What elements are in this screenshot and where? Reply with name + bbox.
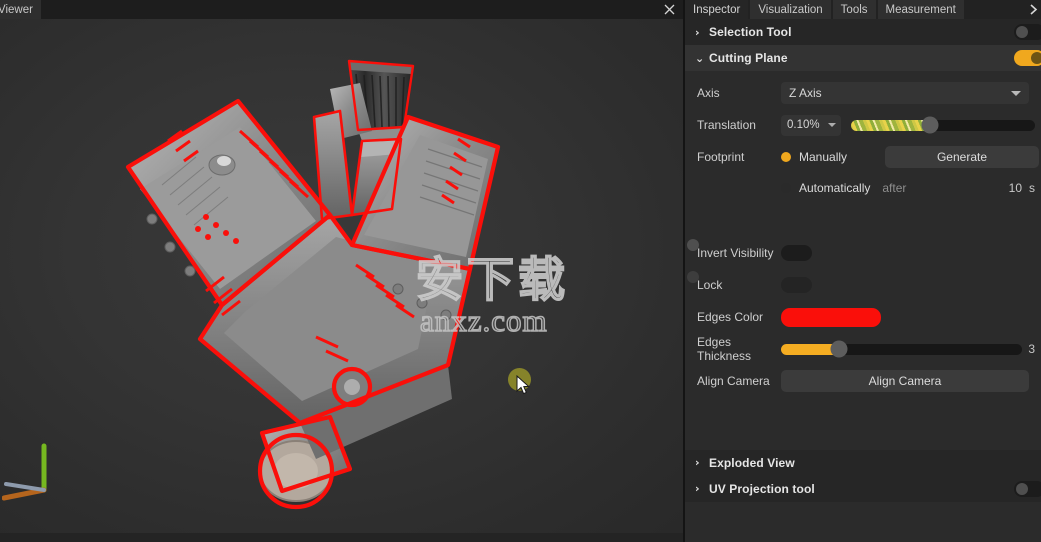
chevron-right-icon: ›	[695, 25, 700, 39]
tab-visualization-label: Visualization	[758, 3, 823, 16]
align-camera-label: Align Camera	[697, 374, 770, 388]
edges-color-label: Edges Color	[697, 310, 764, 324]
row-footprint: Footprint Manually Generate	[685, 141, 1041, 173]
generate-button-label: Generate	[936, 150, 988, 164]
translation-label: Translation	[697, 118, 756, 132]
chevron-down-icon: ⌄	[695, 51, 705, 65]
translation-value: 0.10%	[787, 119, 820, 131]
section-uv-projection-tool[interactable]: › UV Projection tool	[685, 475, 1041, 502]
selection-tool-toggle[interactable]	[1014, 24, 1041, 40]
axis-dropdown[interactable]: Z Axis	[781, 82, 1029, 104]
section-selection-tool[interactable]: › Selection Tool	[685, 19, 1041, 45]
viewport-bottom-strip	[0, 533, 683, 542]
uv-projection-toggle[interactable]	[1014, 480, 1041, 497]
after-label: after	[882, 181, 907, 195]
tab-viewer[interactable]: Viewer	[0, 0, 41, 19]
translation-slider-knob[interactable]	[921, 116, 939, 134]
row-translation: Translation 0.10%	[685, 109, 1041, 141]
close-icon[interactable]	[664, 0, 675, 19]
chevron-right-icon: ›	[695, 482, 700, 495]
section-exploded-view[interactable]: › Exploded View	[685, 449, 1041, 476]
chevron-down-icon	[1011, 91, 1021, 96]
cutting-plane-body: Axis Z Axis Translation 0.10% Footprint …	[685, 71, 1041, 450]
radio-on-icon	[781, 152, 791, 162]
edges-color-swatch[interactable]	[781, 307, 881, 327]
tab-inspector-label: Inspector	[693, 3, 741, 16]
chevron-right-icon: ›	[695, 456, 700, 469]
invert-visibility-toggle[interactable]	[687, 239, 812, 261]
inspector-panel: Inspector Visualization Tools Measuremen…	[683, 0, 1041, 542]
panel-filler	[685, 501, 1041, 542]
tab-viewer-label: Viewer	[0, 3, 33, 16]
axis-dropdown-value: Z Axis	[789, 86, 822, 100]
3d-viewport[interactable]: 安下载 anxz.com	[0, 19, 683, 542]
section-cutting-plane[interactable]: ⌄ Cutting Plane	[685, 45, 1041, 71]
edges-thickness-slider-knob[interactable]	[830, 340, 848, 358]
lock-label: Lock	[697, 278, 723, 292]
translation-value-dropdown[interactable]: 0.10%	[781, 114, 841, 136]
footprint-automatically-radio[interactable]: Automatically	[781, 181, 870, 195]
row-axis: Axis Z Axis	[685, 77, 1041, 109]
row-align-camera: Align Camera Align Camera	[685, 365, 1041, 397]
generate-button[interactable]: Generate	[885, 146, 1039, 168]
viewer-pane: Viewer 安下载 anxz.com	[0, 0, 683, 542]
tab-visualization[interactable]: Visualization	[750, 0, 831, 19]
edges-thickness-label: Edges Thickness	[697, 335, 752, 363]
cutting-plane-toggle[interactable]	[1014, 50, 1041, 66]
axis-gizmo[interactable]	[2, 432, 72, 502]
align-camera-button[interactable]: Align Camera	[781, 370, 1029, 392]
after-value[interactable]: 10	[1009, 181, 1022, 195]
row-footprint-automatic: Automatically after 10 s	[685, 173, 1041, 203]
footprint-automatically-label: Automatically	[799, 181, 871, 195]
edges-thickness-slider[interactable]	[781, 340, 1023, 358]
chevron-right-icon[interactable]	[1029, 0, 1038, 19]
tab-tools-label: Tools	[840, 3, 868, 16]
application-window: Viewer 安下载 anxz.com Inspector Visualizat…	[0, 0, 1041, 542]
edges-thickness-value: 3	[1028, 342, 1035, 356]
section-cutting-plane-label: Cutting Plane	[709, 51, 788, 65]
footprint-label: Footprint	[697, 150, 745, 164]
row-invert-visibility: Invert Visibility	[685, 237, 1041, 269]
footprint-manually-label: Manually	[799, 150, 848, 164]
tab-measurement[interactable]: Measurement	[877, 0, 964, 19]
section-exploded-view-label: Exploded View	[709, 455, 795, 470]
inspector-tab-bar: Inspector Visualization Tools Measuremen…	[685, 0, 1041, 19]
viewer-tab-bar: Viewer	[0, 0, 683, 19]
tab-inspector[interactable]: Inspector	[685, 0, 749, 19]
footprint-manually-radio[interactable]: Manually	[781, 150, 885, 164]
engine-model[interactable]	[0, 19, 683, 542]
tab-measurement-label: Measurement	[885, 3, 956, 16]
mouse-cursor	[516, 375, 530, 395]
translation-slider-fill	[851, 119, 931, 131]
invert-visibility-label: Invert Visibility	[697, 246, 774, 260]
lock-toggle[interactable]	[687, 271, 812, 293]
radio-off-icon	[781, 183, 791, 193]
section-uv-projection-tool-label: UV Projection tool	[709, 481, 815, 496]
axis-label: Axis	[697, 86, 720, 100]
row-edges-thickness: Edges Thickness 3	[685, 333, 1041, 365]
align-camera-button-label: Align Camera	[868, 374, 942, 388]
translation-slider[interactable]	[851, 116, 1035, 134]
row-lock: Lock	[685, 269, 1041, 301]
row-edges-color: Edges Color	[685, 301, 1041, 333]
chevron-down-icon	[828, 123, 836, 127]
section-selection-tool-label: Selection Tool	[709, 25, 792, 39]
after-unit: s	[1029, 181, 1035, 195]
tab-tools[interactable]: Tools	[832, 0, 876, 19]
